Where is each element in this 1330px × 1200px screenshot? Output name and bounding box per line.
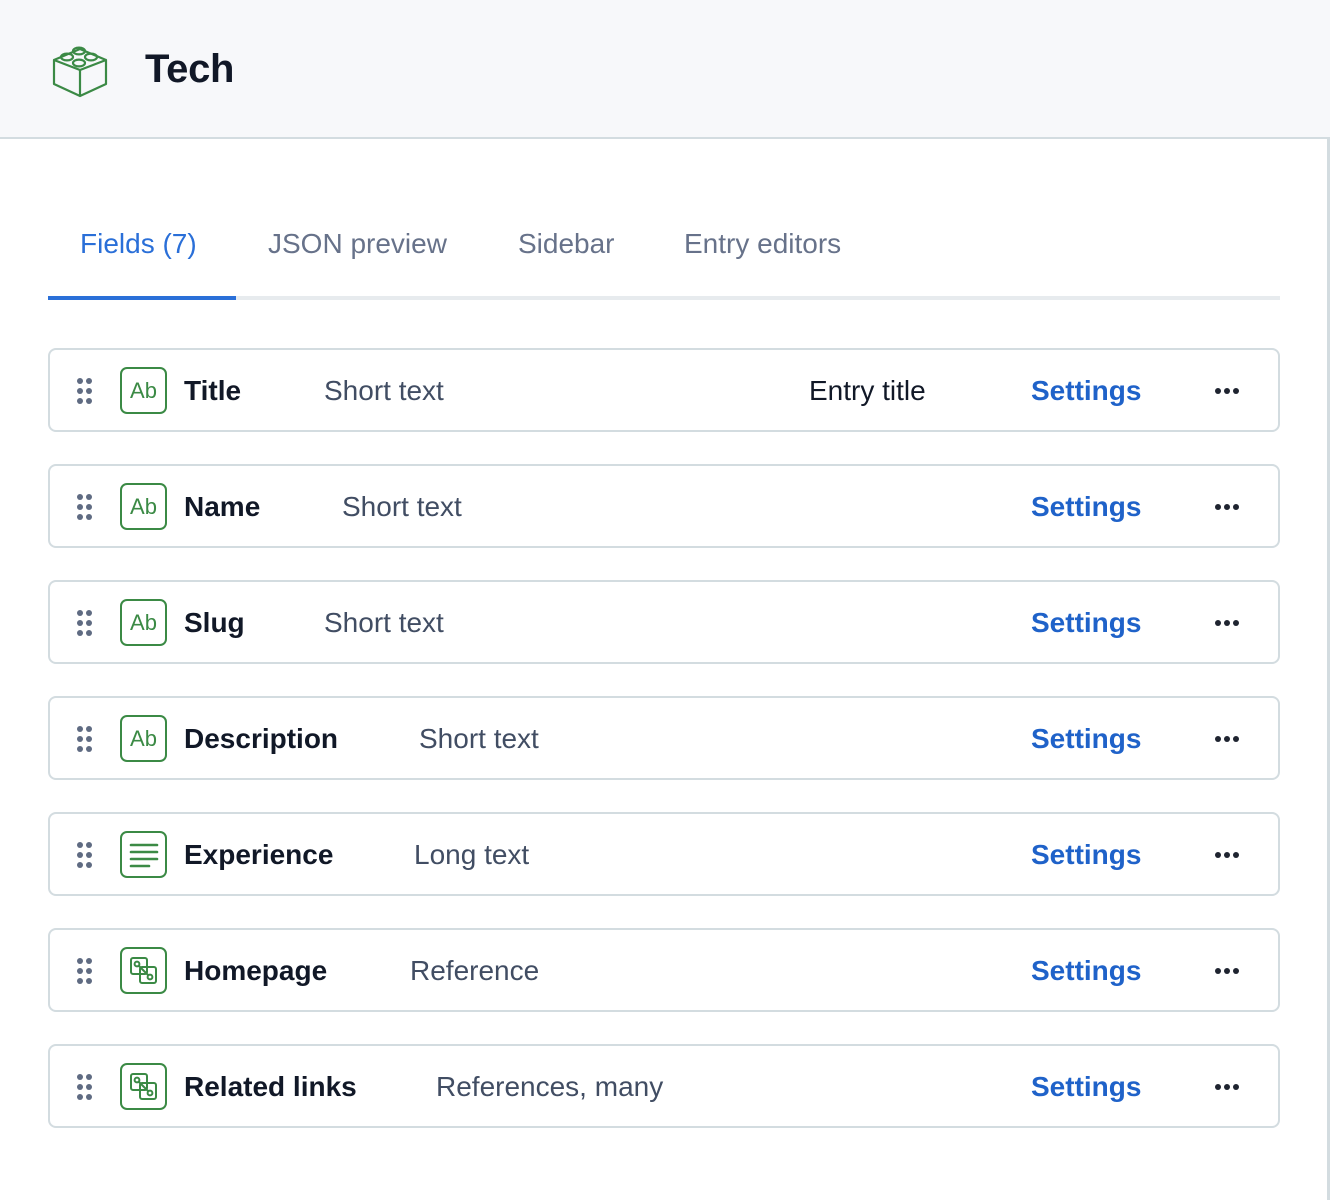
settings-link[interactable]: Settings [1031, 607, 1141, 639]
drag-handle-icon[interactable] [76, 725, 94, 753]
settings-link[interactable]: Settings [1031, 723, 1141, 755]
ellipsis-icon [1215, 736, 1239, 742]
ellipsis-icon [1215, 620, 1239, 626]
reference-icon [120, 1063, 167, 1110]
field-name: Title [184, 375, 242, 406]
more-actions-button[interactable] [1210, 726, 1244, 752]
field-name: Experience [184, 839, 334, 870]
field-type: Long text [414, 839, 530, 870]
content-type-header: Tech [0, 0, 1330, 139]
settings-link[interactable]: Settings [1031, 955, 1141, 987]
field-type: Short text [419, 723, 539, 754]
content-type-block-icon [50, 42, 110, 100]
field-name: Homepage [184, 955, 328, 986]
drag-handle-icon[interactable] [76, 841, 94, 869]
ellipsis-icon [1215, 504, 1239, 510]
reference-icon [120, 947, 167, 994]
more-actions-button[interactable] [1210, 378, 1244, 404]
tab-fields[interactable]: Fields (7) [80, 228, 197, 260]
content-type-title: Tech [145, 47, 235, 91]
field-type: References, many [436, 1071, 664, 1102]
field-row-name: Ab Name Short text Settings [48, 464, 1280, 548]
field-row-related-links: Related links References, many Settings [48, 1044, 1280, 1128]
drag-handle-icon[interactable] [76, 1073, 94, 1101]
entry-title-badge: Entry title [809, 375, 926, 406]
short-text-icon: Ab [120, 715, 167, 762]
more-actions-button[interactable] [1210, 842, 1244, 868]
tab-json-preview[interactable]: JSON preview [268, 228, 447, 260]
settings-link[interactable]: Settings [1031, 1071, 1141, 1103]
short-text-icon: Ab [120, 599, 167, 646]
settings-link[interactable]: Settings [1031, 839, 1141, 871]
more-actions-button[interactable] [1210, 610, 1244, 636]
long-text-icon [120, 831, 167, 878]
ellipsis-icon [1215, 1084, 1239, 1090]
short-text-icon: Ab [120, 367, 167, 414]
ellipsis-icon [1215, 852, 1239, 858]
drag-handle-icon[interactable] [76, 609, 94, 637]
field-type: Short text [324, 607, 444, 638]
short-text-icon: Ab [120, 483, 167, 530]
field-type: Reference [410, 955, 540, 986]
more-actions-button[interactable] [1210, 494, 1244, 520]
active-tab-indicator [48, 296, 236, 300]
field-row-homepage: Homepage Reference Settings [48, 928, 1280, 1012]
ellipsis-icon [1215, 388, 1239, 394]
more-actions-button[interactable] [1210, 958, 1244, 984]
drag-handle-icon[interactable] [76, 493, 94, 521]
field-name: Description [184, 723, 339, 754]
more-actions-button[interactable] [1210, 1074, 1244, 1100]
drag-handle-icon[interactable] [76, 957, 94, 985]
field-name: Name [184, 491, 261, 522]
drag-handle-icon[interactable] [76, 377, 94, 405]
field-name: Related links [184, 1071, 357, 1102]
tab-bar: Fields (7) JSON preview Sidebar Entry ed… [48, 200, 1280, 300]
tab-entry-editors[interactable]: Entry editors [684, 228, 841, 260]
field-type: Short text [324, 375, 444, 406]
tab-sidebar[interactable]: Sidebar [518, 228, 615, 260]
field-row-description: Ab Description Short text Settings [48, 696, 1280, 780]
field-type: Short text [342, 491, 462, 522]
ellipsis-icon [1215, 968, 1239, 974]
field-name: Slug [184, 607, 245, 638]
field-row-slug: Ab Slug Short text Settings [48, 580, 1280, 664]
settings-link[interactable]: Settings [1031, 375, 1141, 407]
field-row-experience: Experience Long text Settings [48, 812, 1280, 896]
field-row-title: Ab Title Short text Entry title Settings [48, 348, 1280, 432]
settings-link[interactable]: Settings [1031, 491, 1141, 523]
